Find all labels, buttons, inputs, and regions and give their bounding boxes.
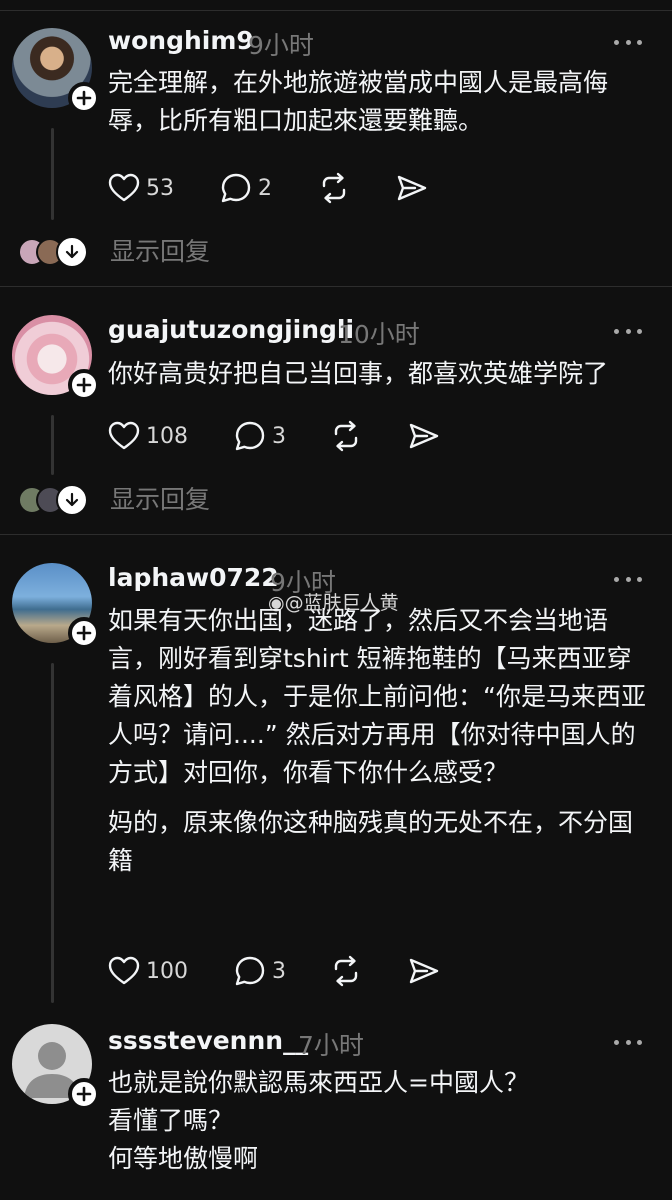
repost-icon bbox=[334, 955, 358, 987]
username[interactable]: wonghim9 bbox=[108, 26, 254, 55]
send-icon bbox=[409, 423, 439, 449]
post-body: 你好高贵好把自己当回事，都喜欢英雄学院了 bbox=[108, 355, 653, 393]
avatar[interactable] bbox=[12, 315, 100, 401]
arrow-down-icon bbox=[56, 236, 88, 268]
follow-plus-icon[interactable] bbox=[68, 369, 100, 401]
show-replies-row[interactable]: 显示回复 bbox=[18, 482, 318, 522]
share-button[interactable] bbox=[408, 418, 440, 454]
username[interactable]: sssstevennn__ bbox=[108, 1026, 308, 1055]
show-replies-label[interactable]: 显示回复 bbox=[110, 482, 210, 518]
divider bbox=[0, 286, 672, 287]
repost-button[interactable] bbox=[330, 418, 362, 454]
timestamp: 10小时 bbox=[338, 320, 420, 349]
follow-plus-icon[interactable] bbox=[68, 82, 100, 114]
post-body: 如果有天你出国，迷路了，然后又不会当地语言，刚好看到穿tshirt 短裤拖鞋的【… bbox=[108, 602, 653, 880]
follow-plus-icon[interactable] bbox=[68, 617, 100, 649]
avatar[interactable] bbox=[12, 563, 100, 649]
comment-count: 3 bbox=[272, 958, 286, 984]
comment-icon bbox=[235, 421, 265, 451]
post-body: 完全理解，在外地旅遊被當成中國人是最高侮辱，比所有粗口加起來還要難聽。 bbox=[108, 64, 653, 140]
action-bar: 108 3 bbox=[108, 418, 468, 454]
repost-icon bbox=[322, 172, 346, 204]
comment-button[interactable]: 3 bbox=[234, 953, 286, 989]
comment-count: 3 bbox=[272, 423, 286, 449]
thread-line bbox=[51, 415, 54, 475]
post-text: 完全理解，在外地旅遊被當成中國人是最高侮辱，比所有粗口加起來還要難聽。 bbox=[108, 68, 609, 135]
repost-icon bbox=[334, 420, 358, 452]
action-bar: 53 2 bbox=[108, 170, 468, 206]
like-count: 108 bbox=[146, 423, 188, 449]
more-options-icon[interactable] bbox=[614, 329, 642, 335]
more-options-icon[interactable] bbox=[614, 1040, 642, 1046]
like-button[interactable]: 100 bbox=[108, 953, 188, 989]
watermark: ◉@蓝肤巨人黄 bbox=[268, 588, 399, 615]
comment-icon bbox=[235, 956, 265, 986]
post-text: 如果有天你出国，迷路了，然后又不会当地语言，刚好看到穿tshirt 短裤拖鞋的【… bbox=[108, 606, 646, 787]
comment-button[interactable]: 3 bbox=[234, 418, 286, 454]
post-text: 也就是說你默認馬來西亞人=中國人？ bbox=[108, 1068, 529, 1097]
share-button[interactable] bbox=[408, 953, 440, 989]
divider bbox=[0, 534, 672, 535]
more-options-icon[interactable] bbox=[614, 577, 642, 583]
repost-button[interactable] bbox=[318, 170, 350, 206]
show-replies-row[interactable]: 显示回复 bbox=[18, 234, 318, 274]
follow-plus-icon[interactable] bbox=[68, 1078, 100, 1110]
arrow-down-icon bbox=[56, 484, 88, 516]
post-text: 何等地傲慢啊 bbox=[108, 1144, 259, 1173]
like-count: 53 bbox=[146, 175, 174, 201]
post-text: 妈的，原来像你这种脑残真的无处不在，不分国籍 bbox=[108, 808, 634, 875]
repost-button[interactable] bbox=[330, 953, 362, 989]
thread-line bbox=[51, 663, 54, 1003]
action-bar: 100 3 bbox=[108, 953, 468, 989]
like-button[interactable]: 53 bbox=[108, 170, 174, 206]
send-icon bbox=[409, 958, 439, 984]
like-button[interactable]: 108 bbox=[108, 418, 188, 454]
heart-icon bbox=[108, 421, 140, 450]
show-replies-label[interactable]: 显示回复 bbox=[110, 234, 210, 270]
username[interactable]: guajutuzongjingli bbox=[108, 315, 354, 344]
more-options-icon[interactable] bbox=[614, 40, 642, 46]
post-text: 看懂了嗎？ bbox=[108, 1106, 234, 1135]
share-button[interactable] bbox=[396, 170, 428, 206]
avatar[interactable] bbox=[12, 1024, 100, 1110]
comment-button[interactable]: 2 bbox=[220, 170, 272, 206]
thread-line bbox=[51, 128, 54, 220]
comment-count: 2 bbox=[258, 175, 272, 201]
watermark-text: @蓝肤巨人黄 bbox=[284, 592, 399, 614]
avatar[interactable] bbox=[12, 28, 100, 114]
timestamp: 7小时 bbox=[298, 1031, 364, 1060]
comment-icon bbox=[221, 173, 251, 203]
send-icon bbox=[397, 175, 427, 201]
post-body: 也就是說你默認馬來西亞人=中國人？ 看懂了嗎？ 何等地傲慢啊 bbox=[108, 1064, 653, 1178]
like-count: 100 bbox=[146, 958, 188, 984]
heart-icon bbox=[108, 956, 140, 985]
divider bbox=[0, 10, 672, 11]
post-text: 你好高贵好把自己当回事，都喜欢英雄学院了 bbox=[108, 359, 609, 388]
username[interactable]: laphaw0722 bbox=[108, 563, 279, 592]
timestamp: 9小时 bbox=[248, 31, 314, 60]
weibo-icon: ◉ bbox=[268, 592, 285, 614]
heart-icon bbox=[108, 173, 140, 202]
